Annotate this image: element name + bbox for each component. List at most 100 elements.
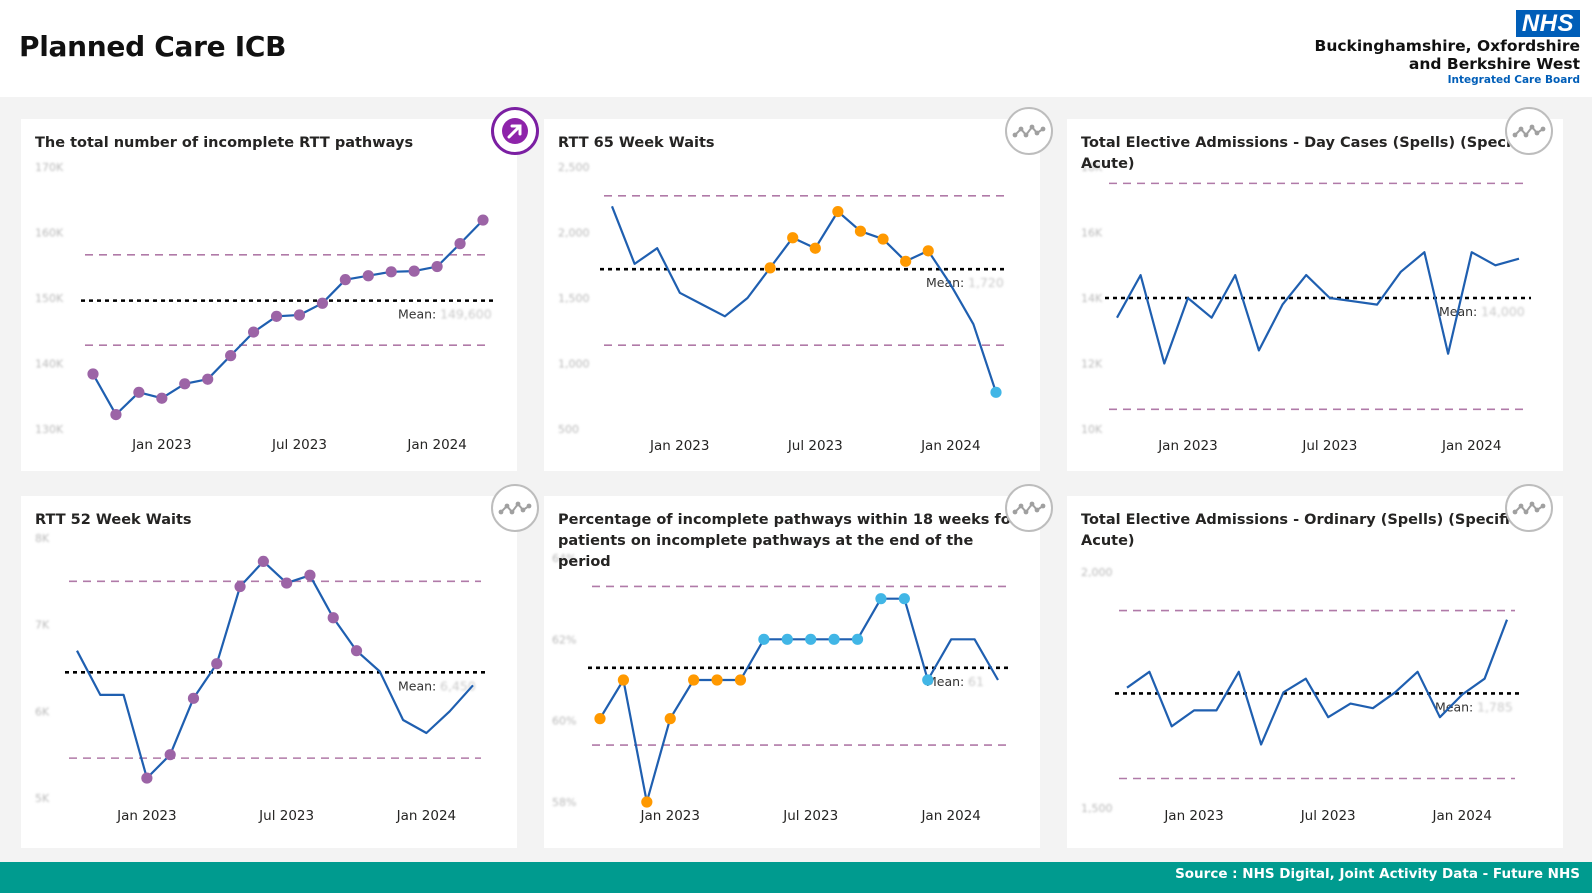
data-point[interactable] — [764, 262, 776, 274]
data-point[interactable] — [711, 674, 723, 686]
chart-title: RTT 65 Week Waits — [558, 135, 715, 151]
data-point[interactable] — [187, 692, 200, 704]
data-point[interactable] — [809, 242, 821, 254]
data-point[interactable] — [898, 593, 910, 605]
y-tick-label: 10K — [1081, 423, 1103, 436]
data-point[interactable] — [247, 326, 260, 338]
data-point[interactable] — [787, 232, 799, 244]
data-point[interactable] — [854, 225, 867, 237]
data-point[interactable] — [805, 633, 817, 645]
y-tick-label: 14K — [1081, 292, 1103, 305]
org-name-line2: and Berkshire West — [1408, 55, 1580, 73]
chart-title: RTT 52 Week Waits — [35, 512, 192, 528]
y-tick-label: 8K — [35, 532, 50, 545]
improvement-up-icon[interactable] — [491, 107, 539, 155]
dashboard: Planned Care ICB NHS Buckinghamshire, Ox… — [0, 0, 1592, 893]
x-tick-label: Jan 2023 — [116, 808, 176, 824]
data-point[interactable] — [875, 593, 887, 605]
data-point[interactable] — [408, 265, 420, 277]
y-tick-label: 60% — [552, 715, 576, 728]
data-point[interactable] — [141, 772, 153, 784]
data-point[interactable] — [594, 713, 606, 725]
y-tick-label: 16K — [1081, 227, 1103, 240]
data-point[interactable] — [832, 205, 844, 218]
data-point[interactable] — [164, 749, 176, 761]
chart-svg: 2,5002,0001,5001,000500Mean: 1,720Jan 202… — [558, 161, 1008, 454]
x-tick-label: Jan 2023 — [640, 808, 700, 824]
y-tick-label: 2,000 — [558, 227, 590, 240]
chart-card-ordinary[interactable]: 2,000 1,500 Mean: 1,785 Jan 2023 Jul 2023 Jan … — [1067, 484, 1563, 848]
data-point[interactable] — [877, 233, 889, 245]
data-point[interactable] — [617, 674, 630, 686]
chart-card-pct-18-weeks[interactable]: 64% 62% 60% 58% Mean: 61 Jan 2023 Jul 2023 Jan 2… — [544, 484, 1053, 848]
data-point[interactable] — [211, 658, 223, 670]
series-line — [1126, 619, 1509, 746]
mean-value: 149,600 — [440, 307, 492, 322]
y-tick-label: 2,500 — [558, 161, 590, 174]
data-point[interactable] — [293, 309, 306, 321]
x-tick-label: Jul 2023 — [787, 438, 843, 454]
common-cause-icon[interactable] — [491, 484, 539, 532]
data-point[interactable] — [362, 270, 374, 282]
data-point[interactable] — [664, 713, 676, 725]
data-point[interactable] — [431, 260, 443, 273]
data-point[interactable] — [110, 408, 122, 421]
data-point[interactable] — [316, 297, 329, 309]
chart-card-rtt-65[interactable]: 2,500 2,000 1,500 1,000 500 Mean: 1,720 Jan 202… — [544, 107, 1053, 471]
data-point[interactable] — [851, 633, 864, 645]
chart-card-incomplete-rtt[interactable]: 170K 160K 150K 140K 130K Mean: 149,600 Jan 2023… — [21, 107, 539, 471]
data-point[interactable] — [922, 245, 934, 257]
x-tick-label: Jan 2024 — [920, 438, 980, 454]
chart-title: The total number of incomplete RTT pathw… — [35, 135, 414, 151]
x-tick-label: Jul 2023 — [271, 437, 327, 453]
y-tick-label: 1,000 — [558, 358, 590, 371]
x-tick-label: Jul 2023 — [1301, 438, 1357, 454]
x-tick-label: Jul 2023 — [1300, 808, 1356, 824]
common-cause-icon[interactable] — [1005, 107, 1053, 155]
data-point[interactable] — [87, 368, 99, 380]
data-point[interactable] — [990, 386, 1002, 398]
data-point[interactable] — [900, 255, 912, 267]
data-point[interactable] — [179, 378, 191, 390]
data-point[interactable] — [234, 580, 246, 593]
series-line — [599, 597, 999, 804]
data-point[interactable] — [385, 266, 397, 278]
data-point[interactable] — [641, 796, 653, 808]
common-cause-icon[interactable] — [1505, 107, 1553, 155]
data-point[interactable] — [133, 386, 145, 398]
data-point[interactable] — [688, 674, 700, 686]
org-branding: NHS Buckinghamshire, Oxfordshire and Ber… — [1315, 10, 1580, 87]
data-point[interactable] — [281, 577, 293, 589]
data-point[interactable] — [156, 392, 168, 404]
chart-title: Total Elective Admissions - Ordinary (Sp… — [1081, 512, 1519, 549]
data-point[interactable] — [304, 569, 316, 581]
data-point[interactable] — [758, 633, 770, 645]
data-point[interactable] — [922, 674, 934, 686]
chart-svg: 170K 160K 150K 140K 130K Mean: 149,600 Jan 2023… — [35, 161, 495, 453]
data-point[interactable] — [257, 555, 269, 567]
y-tick-label: 62% — [552, 633, 576, 646]
data-point[interactable] — [339, 274, 351, 286]
data-point[interactable] — [734, 674, 747, 686]
data-point[interactable] — [477, 214, 489, 226]
common-cause-icon[interactable] — [1505, 484, 1553, 532]
data-point[interactable] — [350, 645, 363, 657]
data-point[interactable] — [828, 633, 840, 645]
data-point[interactable] — [454, 238, 466, 250]
chart-card-rtt-52[interactable]: 8K 7K 6K 5K Mean: 6,450 Jan 2023 Jul 2023 Jan 20… — [21, 484, 539, 848]
common-cause-icon[interactable] — [1005, 484, 1053, 532]
chart-svg: 8K 7K 6K 5K Mean: 6,450 Jan 2023 Jul 2023 Jan 20… — [35, 532, 485, 824]
data-point[interactable] — [327, 612, 339, 624]
data-point[interactable] — [270, 310, 283, 322]
mean-value: 6,450 — [440, 678, 476, 693]
series-line — [610, 205, 998, 393]
y-tick-label: 150K — [35, 292, 64, 305]
x-tick-label: Jan 2023 — [649, 438, 709, 454]
data-point[interactable] — [202, 373, 214, 385]
source-note: Source : NHS Digital, Joint Activity Dat… — [1175, 866, 1580, 882]
y-tick-label: 500 — [558, 423, 579, 436]
chart-card-day-cases[interactable]: 18K 16K 14K 12K 10K Mean: 14,000 Jan 2023 Jul 20… — [1067, 107, 1563, 471]
data-point[interactable] — [781, 633, 793, 645]
y-tick-label: 6K — [35, 705, 50, 718]
data-point[interactable] — [225, 350, 237, 362]
